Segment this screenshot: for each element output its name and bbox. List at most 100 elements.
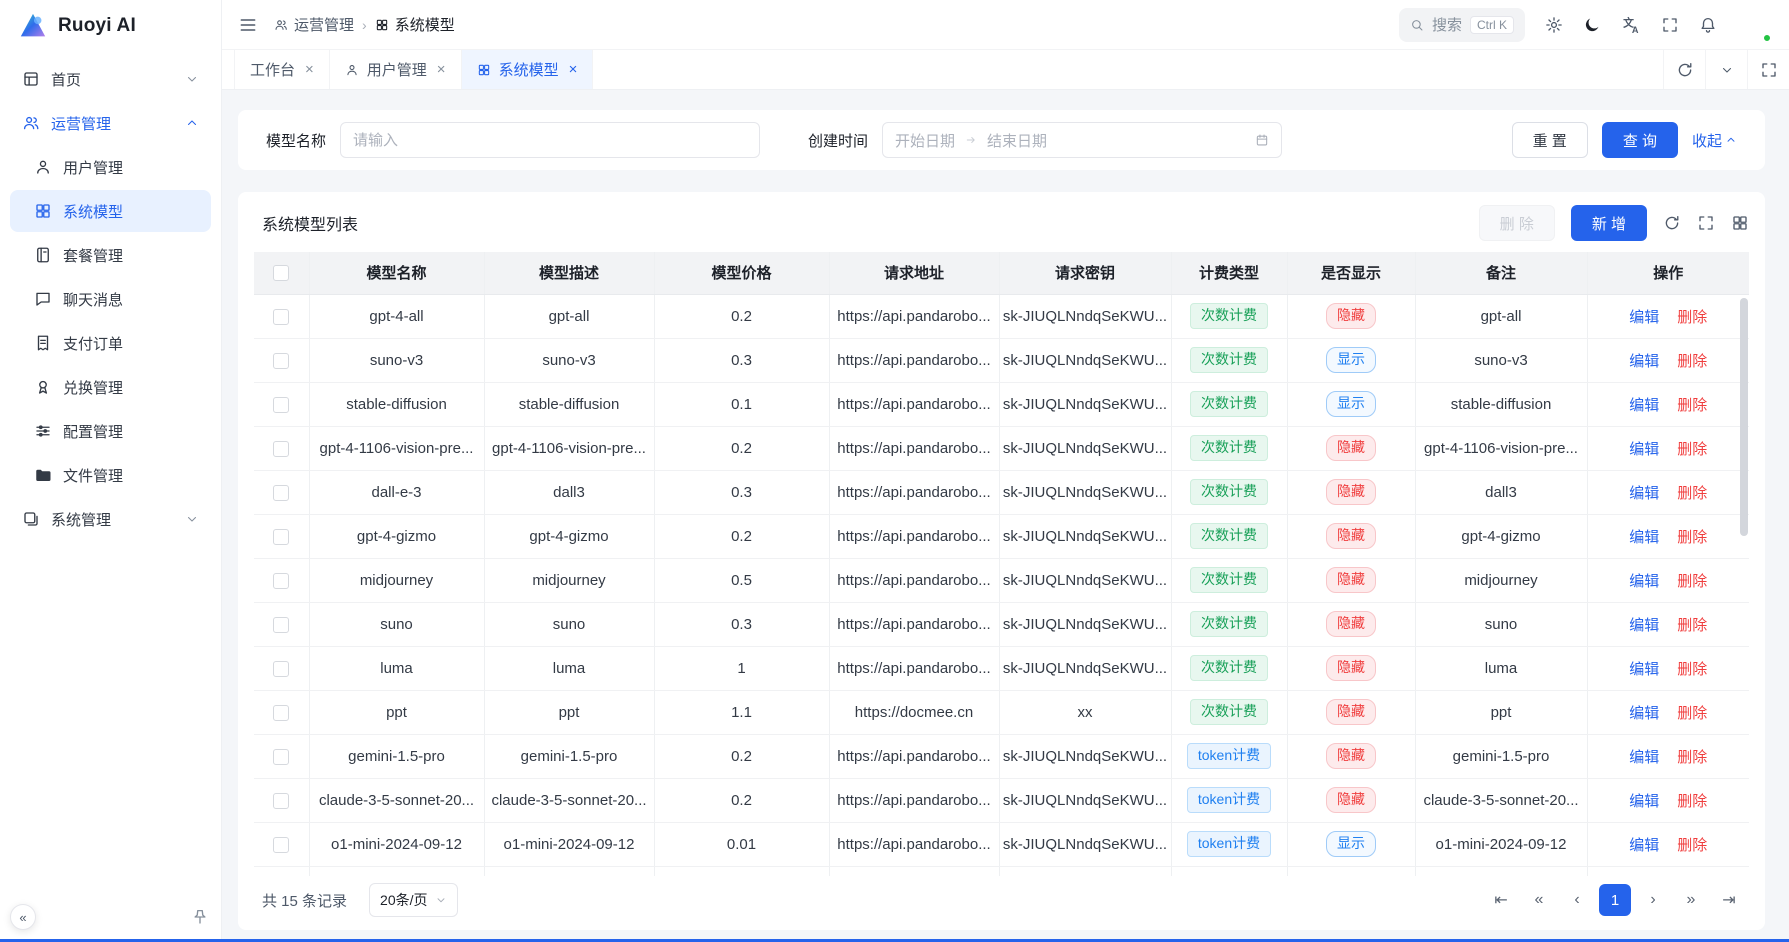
column-settings-icon[interactable] (1731, 214, 1749, 232)
settings-gear-icon[interactable] (1545, 16, 1563, 34)
delete-link[interactable]: 删除 (1677, 705, 1707, 722)
visibility-badge: 隐藏 (1326, 479, 1376, 505)
tab-workbench[interactable]: 工作台 × (234, 50, 330, 89)
delete-link[interactable]: 删除 (1677, 529, 1707, 546)
edit-link[interactable]: 编辑 (1629, 573, 1659, 590)
next-group-button[interactable]: » (1675, 884, 1707, 916)
delete-link[interactable]: 删除 (1677, 661, 1707, 678)
edit-link[interactable]: 编辑 (1629, 309, 1659, 326)
close-icon[interactable]: × (569, 62, 578, 77)
query-button[interactable]: 查 询 (1602, 122, 1678, 158)
delete-link[interactable]: 删除 (1677, 397, 1707, 414)
notification-bell-icon[interactable] (1699, 16, 1717, 34)
hamburger-menu-icon[interactable] (238, 15, 258, 35)
user-avatar[interactable] (1737, 8, 1771, 42)
next-page-button[interactable]: › (1637, 884, 1669, 916)
refresh-icon[interactable] (1663, 214, 1681, 232)
tab-system-model[interactable]: 系统模型 × (462, 50, 594, 89)
row-checkbox[interactable] (273, 397, 289, 413)
cell-model-name: stable-diffusion (309, 382, 484, 426)
page-number-button[interactable]: 1 (1599, 884, 1631, 916)
language-icon[interactable] (1621, 15, 1641, 35)
table-row: ppt ppt 1.1 https://docmee.cn xx 次数计费 隐藏… (254, 690, 1749, 734)
breadcrumb-item-system-model[interactable]: 系统模型 (375, 14, 455, 35)
row-checkbox[interactable] (273, 749, 289, 765)
model-name-input[interactable] (340, 122, 760, 158)
table-scrollbar[interactable] (1740, 298, 1748, 536)
sidebar-item-payment-orders[interactable]: 支付订单 (10, 322, 211, 364)
add-button[interactable]: 新 增 (1571, 205, 1647, 241)
edit-link[interactable]: 编辑 (1629, 353, 1659, 370)
collapse-filter-link[interactable]: 收起 (1692, 130, 1737, 151)
cell-request-key: sk-JIUQLNndqSeKWU... (999, 646, 1171, 690)
row-checkbox[interactable] (273, 617, 289, 633)
edit-link[interactable]: 编辑 (1629, 441, 1659, 458)
dark-mode-moon-icon[interactable] (1583, 16, 1601, 34)
row-checkbox[interactable] (273, 793, 289, 809)
content-fullscreen-icon[interactable] (1747, 50, 1789, 89)
table-fullscreen-icon[interactable] (1697, 214, 1715, 232)
row-checkbox[interactable] (273, 837, 289, 853)
edit-link[interactable]: 编辑 (1629, 705, 1659, 722)
cell-model-desc: dall3 (484, 470, 654, 514)
refresh-icon[interactable] (1663, 50, 1705, 89)
app-logo-row[interactable]: Ruoyi AI (0, 0, 221, 52)
pin-icon[interactable] (191, 908, 209, 930)
row-checkbox[interactable] (273, 309, 289, 325)
date-range-picker[interactable]: 开始日期 结束日期 (882, 122, 1282, 158)
delete-link[interactable]: 删除 (1677, 441, 1707, 458)
sidebar-item-exchange-management[interactable]: 兑换管理 (10, 366, 211, 408)
row-checkbox[interactable] (273, 529, 289, 545)
sidebar-item-package-management[interactable]: 套餐管理 (10, 234, 211, 276)
prev-group-button[interactable]: « (1523, 884, 1555, 916)
breadcrumb-item-operations[interactable]: 运营管理 (274, 14, 354, 35)
reset-button[interactable]: 重 置 (1512, 122, 1588, 158)
close-icon[interactable]: × (305, 62, 314, 77)
tab-user-management[interactable]: 用户管理 × (330, 50, 462, 89)
delete-link[interactable]: 删除 (1677, 837, 1707, 854)
delete-link[interactable]: 删除 (1677, 309, 1707, 326)
edit-link[interactable]: 编辑 (1629, 793, 1659, 810)
row-checkbox[interactable] (273, 485, 289, 501)
chevron-down-icon[interactable] (1705, 50, 1747, 89)
delete-link[interactable]: 删除 (1677, 749, 1707, 766)
sidebar-item-file-management[interactable]: 文件管理 (10, 454, 211, 496)
page-size-select[interactable]: 20条/页 (369, 883, 457, 917)
edit-link[interactable]: 编辑 (1629, 397, 1659, 414)
select-all-checkbox[interactable] (273, 265, 289, 281)
delete-link[interactable]: 删除 (1677, 573, 1707, 590)
delete-link[interactable]: 删除 (1677, 485, 1707, 502)
delete-link[interactable]: 删除 (1677, 793, 1707, 810)
delete-link[interactable]: 删除 (1677, 617, 1707, 634)
sidebar-item-user-management[interactable]: 用户管理 (10, 146, 211, 188)
global-search[interactable]: 搜索 Ctrl K (1399, 8, 1525, 42)
edit-link[interactable]: 编辑 (1629, 661, 1659, 678)
row-checkbox[interactable] (273, 661, 289, 677)
sidebar-item-system-management[interactable]: 系统管理 (10, 498, 211, 540)
sidebar-item-operations[interactable]: 运营管理 (10, 102, 211, 144)
batch-delete-button[interactable]: 删 除 (1479, 205, 1555, 241)
sidebar-item-system-model[interactable]: 系统模型 (10, 190, 211, 232)
row-checkbox[interactable] (273, 441, 289, 457)
delete-link[interactable]: 删除 (1677, 353, 1707, 370)
row-checkbox[interactable] (273, 573, 289, 589)
row-checkbox[interactable] (273, 353, 289, 369)
first-page-button[interactable]: ⇤ (1485, 884, 1517, 916)
sidebar-item-label: 系统模型 (63, 201, 123, 222)
row-checkbox[interactable] (273, 705, 289, 721)
cell-model-price: 1 (654, 646, 829, 690)
sidebar-item-chat-messages[interactable]: 聊天消息 (10, 278, 211, 320)
edit-link[interactable]: 编辑 (1629, 485, 1659, 502)
prev-page-button[interactable]: ‹ (1561, 884, 1593, 916)
last-page-button[interactable]: ⇥ (1713, 884, 1745, 916)
edit-link[interactable]: 编辑 (1629, 749, 1659, 766)
edit-link[interactable]: 编辑 (1629, 529, 1659, 546)
fullscreen-icon[interactable] (1661, 16, 1679, 34)
cell-model-desc: gpt-4-gizmo (484, 514, 654, 558)
edit-link[interactable]: 编辑 (1629, 837, 1659, 854)
sidebar-collapse-button[interactable]: « (10, 904, 36, 930)
edit-link[interactable]: 编辑 (1629, 617, 1659, 634)
sidebar-item-config-management[interactable]: 配置管理 (10, 410, 211, 452)
sidebar-item-home[interactable]: 首页 (10, 58, 211, 100)
close-icon[interactable]: × (437, 62, 446, 77)
